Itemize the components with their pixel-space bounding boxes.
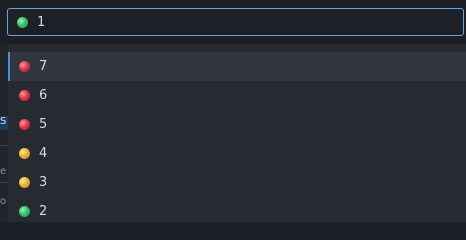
background-text-fragment: e bbox=[0, 166, 7, 177]
dropdown-option[interactable]: 3 bbox=[8, 168, 466, 197]
status-dot-icon bbox=[17, 16, 28, 28]
option-label: 4 bbox=[39, 146, 48, 161]
app-stage: S e o 1 7 6 5 4 3 2 bbox=[0, 0, 466, 222]
dropdown-menu: 7 6 5 4 3 2 bbox=[8, 44, 466, 222]
dropdown-option[interactable]: 6 bbox=[8, 81, 466, 110]
status-dot-icon bbox=[19, 148, 30, 159]
option-label: 2 bbox=[39, 204, 48, 219]
dropdown-option[interactable]: 4 bbox=[8, 139, 466, 168]
option-label: 7 bbox=[39, 59, 48, 74]
option-label: 5 bbox=[39, 117, 48, 132]
select-value: 1 bbox=[37, 14, 46, 30]
dropdown-option[interactable]: 2 bbox=[8, 197, 466, 222]
option-label: 6 bbox=[39, 88, 48, 103]
background-text-fragment: o bbox=[0, 196, 7, 207]
option-label: 3 bbox=[39, 175, 48, 190]
status-dot-icon bbox=[19, 61, 30, 72]
background-text-fragment: S bbox=[0, 116, 8, 130]
background-divider bbox=[0, 145, 8, 146]
background-divider bbox=[0, 182, 8, 183]
status-dot-icon bbox=[19, 119, 30, 130]
dropdown-option[interactable]: 5 bbox=[8, 110, 466, 139]
status-dot-icon bbox=[19, 90, 30, 101]
status-dot-icon bbox=[19, 206, 30, 217]
status-dot-icon bbox=[19, 177, 30, 188]
priority-select[interactable]: 1 bbox=[7, 8, 464, 36]
dropdown-option[interactable]: 7 bbox=[8, 52, 466, 81]
